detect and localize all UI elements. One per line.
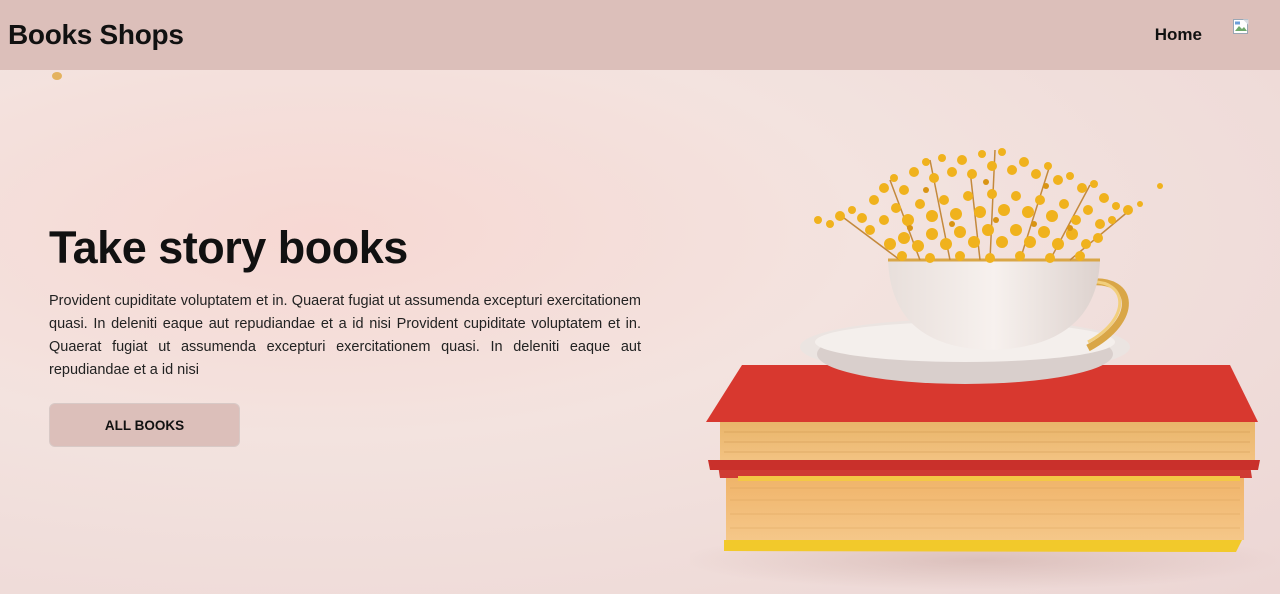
navbar: Books Shops Home — [0, 0, 1280, 70]
nav-right: Home — [1155, 19, 1250, 45]
hero-section: Take story books Provident cupiditate vo… — [49, 222, 641, 447]
nav-link-home[interactable]: Home — [1155, 25, 1202, 45]
page: Books Shops Home Take story books Provid… — [0, 0, 1280, 594]
broken-image-icon[interactable] — [1232, 18, 1250, 36]
hero-description: Provident cupiditate voluptatem et in. Q… — [49, 293, 641, 378]
all-books-button[interactable]: ALL BOOKS — [49, 403, 240, 447]
flower-speck — [52, 72, 62, 80]
books-teacup-illustration — [680, 148, 1280, 590]
hero-title: Take story books — [49, 222, 408, 273]
hero-image — [680, 120, 1280, 594]
brand-logo[interactable]: Books Shops — [8, 19, 184, 51]
